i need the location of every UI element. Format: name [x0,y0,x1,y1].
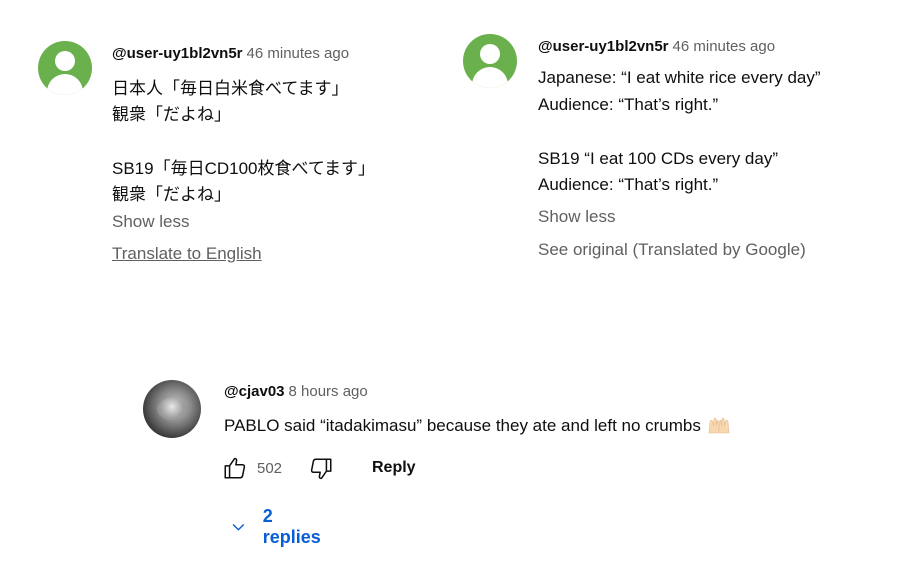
comment-header: @user-uy1bl2vn5r 46 minutes ago [112,45,349,62]
reply-button[interactable]: Reply [372,459,416,477]
comment-header: @user-uy1bl2vn5r 46 minutes ago [538,38,775,55]
thumbs-up-icon [224,457,246,479]
comment-text-line: SB19「毎日CD100枚食べてます」 [112,159,375,178]
comment-text-line: 日本人「毎日白米食べてます」 [112,79,349,98]
comment-text-line: 観衆「だよね」 [112,105,231,124]
user-avatar[interactable] [463,34,517,88]
comment-text-line: Audience: “That’s right.” [538,175,719,194]
user-avatar[interactable] [143,380,201,438]
comment-time[interactable]: 46 minutes ago [247,45,350,62]
like-button[interactable]: 502 [222,455,282,481]
show-less-button[interactable]: Show less [112,212,189,232]
comment-text-line: 観衆「だよね」 [112,185,231,204]
comment-header: @cjav03 8 hours ago [224,383,368,400]
like-count: 502 [257,459,283,477]
dislike-button[interactable] [308,456,334,482]
raising-hands-icon [708,417,730,434]
thumbs-down-icon [310,458,332,480]
user-avatar[interactable] [38,41,92,95]
translate-link[interactable]: Translate to English [112,244,262,264]
avatar-photo-shape [157,398,187,420]
comment-time[interactable]: 46 minutes ago [673,38,776,55]
comment-text-line: Japanese: “I eat white rice every day” [538,68,821,87]
comment-author[interactable]: @user-uy1bl2vn5r [538,38,669,55]
comment-author[interactable]: @user-uy1bl2vn5r [112,45,243,62]
comment-author[interactable]: @cjav03 [224,383,285,400]
avatar-shoulders-shape [472,67,508,88]
comment-text-line: Audience: “That’s right.” [538,95,719,114]
avatar-shoulders-shape [47,74,83,95]
comment-text-line: SB19 “I eat 100 CDs every day” [538,149,779,168]
chevron-down-icon [232,524,244,531]
comment-text: PABLO said “itadakimasu” because they at… [224,416,731,436]
reply-button-label: Reply [372,459,416,476]
comment-time[interactable]: 8 hours ago [289,383,368,400]
avatar-head-shape [480,44,500,64]
comment-text-content: PABLO said “itadakimasu” because they at… [224,416,701,435]
avatar-head-shape [55,51,75,71]
show-less-button[interactable]: Show less [538,207,615,227]
view-replies-button[interactable]: 2 replies [230,506,324,548]
see-original-link[interactable]: See original (Translated by Google) [538,240,806,260]
view-replies-label: 2 replies [262,506,321,547]
